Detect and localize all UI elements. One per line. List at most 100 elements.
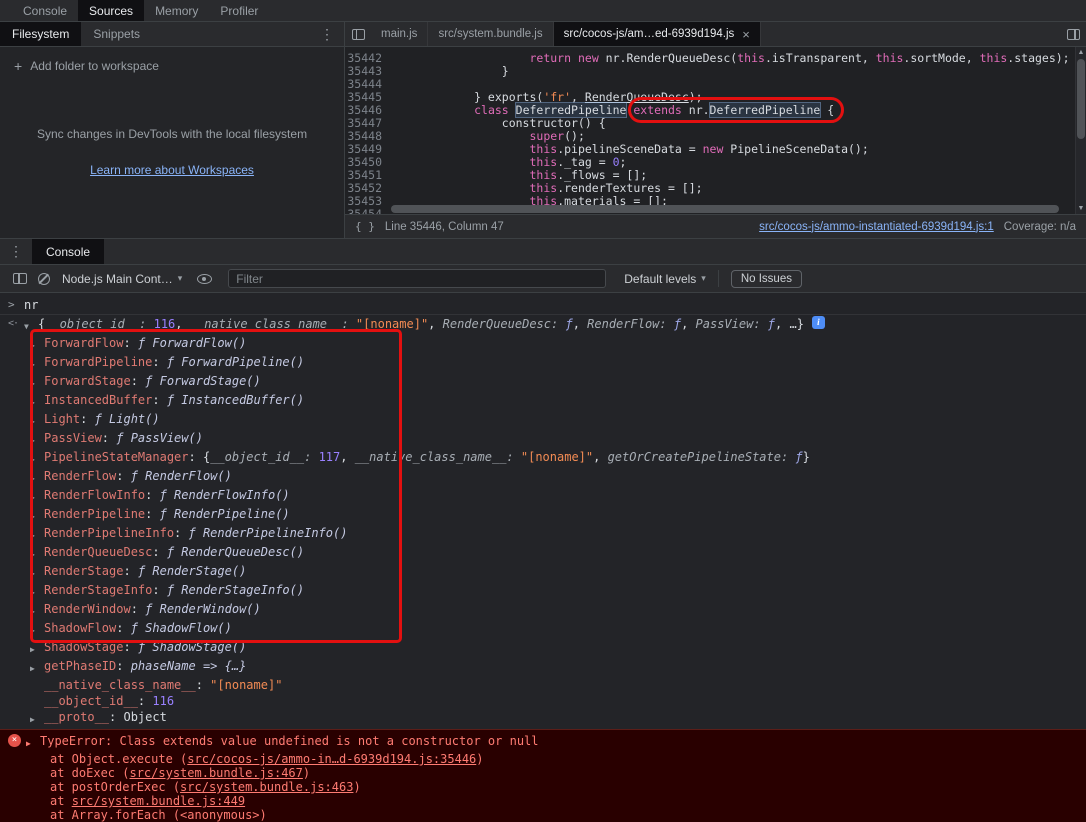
- expander-closed-icon[interactable]: ▶: [30, 430, 44, 449]
- sidebar-tab-filesystem[interactable]: Filesystem: [0, 22, 82, 46]
- console-text: :: [123, 640, 138, 654]
- object-property-row[interactable]: ▶ RenderPipelineInfo: ƒ RenderPipelineInf…: [0, 525, 1086, 544]
- log-levels-dropdown[interactable]: Default levels ▾: [624, 272, 706, 286]
- scroll-up-icon[interactable]: ▲: [1076, 49, 1086, 56]
- expander-closed-icon[interactable]: ▶: [30, 525, 44, 544]
- expander-closed-icon[interactable]: ▶: [30, 449, 44, 468]
- add-folder-button[interactable]: + Add folder to workspace: [0, 47, 344, 85]
- object-property-row[interactable]: ▶ RenderQueueDesc: ƒ RenderQueueDesc(): [0, 544, 1086, 563]
- source-file-link[interactable]: src/cocos-js/ammo-instantiated-6939d194.…: [759, 221, 994, 233]
- object-property-row[interactable]: __native_class_name__: "[noname]": [0, 677, 1086, 693]
- expander-closed-icon[interactable]: ▶: [30, 487, 44, 506]
- file-tab[interactable]: src/cocos-js/am…ed-6939d194.js ×: [553, 22, 761, 46]
- more-options-icon[interactable]: ⋮: [310, 22, 344, 46]
- object-property-row[interactable]: ▶ ForwardFlow: ƒ ForwardFlow(): [0, 335, 1086, 354]
- info-icon[interactable]: i: [811, 316, 825, 329]
- filter-input[interactable]: [228, 269, 607, 288]
- object-property-row[interactable]: ▶ getPhaseID: phaseName => {…}: [0, 658, 1086, 677]
- scrollbar-thumb[interactable]: [391, 205, 1060, 213]
- object-property-row[interactable]: ▶ RenderStageInfo: ƒ RenderStageInfo(): [0, 582, 1086, 601]
- main-tab-memory[interactable]: Memory: [144, 0, 209, 21]
- object-property-row[interactable]: ▶ ForwardStage: ƒ ForwardStage(): [0, 373, 1086, 392]
- object-property-row[interactable]: ▶ RenderWindow: ƒ RenderWindow(): [0, 601, 1086, 620]
- property-name: Light: [44, 412, 81, 426]
- expander-closed-icon[interactable]: ▶: [30, 620, 44, 639]
- navigator-toggle-icon[interactable]: [345, 22, 371, 46]
- live-expression-eye-icon[interactable]: [192, 273, 216, 284]
- object-property-row[interactable]: __object_id__: 116: [0, 693, 1086, 709]
- expander-open-icon[interactable]: ▼: [24, 316, 38, 335]
- stack-trace-link[interactable]: src/system.bundle.js:463: [180, 780, 353, 794]
- expander-closed-icon[interactable]: ▶: [30, 601, 44, 620]
- code-token: {: [820, 103, 835, 117]
- object-property-row[interactable]: ▶ ForwardPipeline: ƒ ForwardPipeline(): [0, 354, 1086, 373]
- object-property-row[interactable]: ▶ InstancedBuffer: ƒ InstancedBuffer(): [0, 392, 1086, 411]
- console-result-row[interactable]: <· ▼{__object_id__: 116, __native_class_n…: [0, 316, 1086, 335]
- console-input-row[interactable]: > nr: [0, 297, 1086, 315]
- code-token: extends: [633, 103, 682, 117]
- file-tab[interactable]: src/system.bundle.js: [428, 22, 554, 46]
- sidebar-tab-snippets[interactable]: Snippets: [81, 22, 152, 46]
- console-text: getOrCreatePipelineState:: [607, 450, 796, 464]
- main-tabbar: Console Sources Memory Profiler: [0, 0, 1086, 22]
- expander-closed-icon[interactable]: ▶: [30, 411, 44, 430]
- stack-trace-link[interactable]: src/system.bundle.js:467: [129, 766, 302, 780]
- object-property-row[interactable]: ▶ RenderStage: ƒ RenderStage(): [0, 563, 1086, 582]
- object-property-row[interactable]: ▶ Light: ƒ Light(): [0, 411, 1086, 430]
- expander-closed-icon[interactable]: ▶: [30, 582, 44, 601]
- editor-vscrollbar[interactable]: ▲ ▼: [1075, 47, 1086, 214]
- editor-hscrollbar[interactable]: [391, 205, 1073, 213]
- object-property-row[interactable]: ▶ RenderPipeline: ƒ RenderPipeline(): [0, 506, 1086, 525]
- code-token: return: [529, 51, 572, 65]
- expander-closed-icon[interactable]: ▶: [30, 506, 44, 525]
- error-message-row[interactable]: × ▶ TypeError: Class extends value undefin…: [0, 733, 1086, 752]
- main-tab-sources[interactable]: Sources: [78, 0, 145, 21]
- sources-sidebar: Filesystem Snippets ⋮ + Add folder to wor…: [0, 22, 345, 238]
- drawer-menu-icon[interactable]: ⋮: [0, 239, 32, 264]
- tab-console[interactable]: Console: [32, 239, 105, 264]
- scrollbar-thumb[interactable]: [1077, 59, 1085, 139]
- expander-closed-icon[interactable]: ▶: [30, 373, 44, 392]
- object-property-row[interactable]: ▶ PipelineStateManager: {__object_id__: 1…: [0, 449, 1086, 468]
- expander-closed-icon[interactable]: ▶: [30, 563, 44, 582]
- expander-closed-icon[interactable]: ▶: [30, 709, 44, 728]
- property-name: __native_class_name__: [44, 678, 196, 692]
- object-property-row[interactable]: ▶ RenderFlowInfo: ƒ RenderFlowInfo(): [0, 487, 1086, 506]
- object-property-row[interactable]: ▶ ShadowFlow: ƒ ShadowFlow(): [0, 620, 1086, 639]
- stack-trace-link[interactable]: src/system.bundle.js:449: [72, 794, 245, 808]
- file-tab-label: src/system.bundle.js: [438, 28, 543, 40]
- main-tab-profiler[interactable]: Profiler: [209, 0, 269, 21]
- object-property-row[interactable]: ▶ ShadowStage: ƒ ShadowStage(): [0, 639, 1086, 658]
- console-text: ): [353, 780, 361, 794]
- main-tab-console[interactable]: Console: [12, 0, 78, 21]
- expander-closed-icon[interactable]: ▶: [30, 335, 44, 354]
- code-token: this: [737, 51, 765, 65]
- expander-closed-icon[interactable]: ▶: [30, 639, 44, 658]
- expander-closed-icon[interactable]: ▶: [26, 733, 40, 752]
- object-property-row[interactable]: ▶ __proto__: Object: [0, 709, 1086, 728]
- console-error[interactable]: × ▶ TypeError: Class extends value undefin…: [0, 729, 1086, 822]
- expander-closed-icon[interactable]: ▶: [30, 392, 44, 411]
- expander-closed-icon[interactable]: ▶: [30, 658, 44, 677]
- file-tab[interactable]: main.js: [371, 22, 429, 46]
- stack-trace-link[interactable]: src/cocos-js/ammo-in…d-6939d194.js:35446: [187, 752, 476, 766]
- object-property-row[interactable]: ▶ PassView: ƒ PassView(): [0, 430, 1086, 449]
- issues-button[interactable]: No Issues: [730, 269, 802, 288]
- editor-options-icon[interactable]: [1060, 22, 1086, 46]
- expander-closed-icon[interactable]: ▶: [30, 544, 44, 563]
- close-tab-icon[interactable]: ×: [742, 27, 750, 42]
- pretty-print-icon[interactable]: { }: [355, 220, 375, 233]
- scroll-down-icon[interactable]: ▼: [1076, 205, 1086, 212]
- clear-console-icon[interactable]: [32, 272, 56, 285]
- code-editor[interactable]: 35442 return new nr.RenderQueueDesc(this…: [345, 47, 1086, 214]
- learn-more-link[interactable]: Learn more about Workspaces: [0, 163, 344, 177]
- object-property-row[interactable]: ▶ RenderFlow: ƒ RenderFlow(): [0, 468, 1086, 487]
- console-text: ,: [593, 450, 608, 464]
- line-number[interactable]: 35454: [345, 208, 391, 215]
- expander-closed-icon[interactable]: ▶: [30, 354, 44, 373]
- context-selector[interactable]: Node.js Main Cont… ▾: [62, 272, 182, 286]
- property-name: RenderPipelineInfo: [44, 526, 175, 540]
- expander-closed-icon[interactable]: ▶: [30, 468, 44, 487]
- console-sidebar-icon[interactable]: [8, 273, 32, 284]
